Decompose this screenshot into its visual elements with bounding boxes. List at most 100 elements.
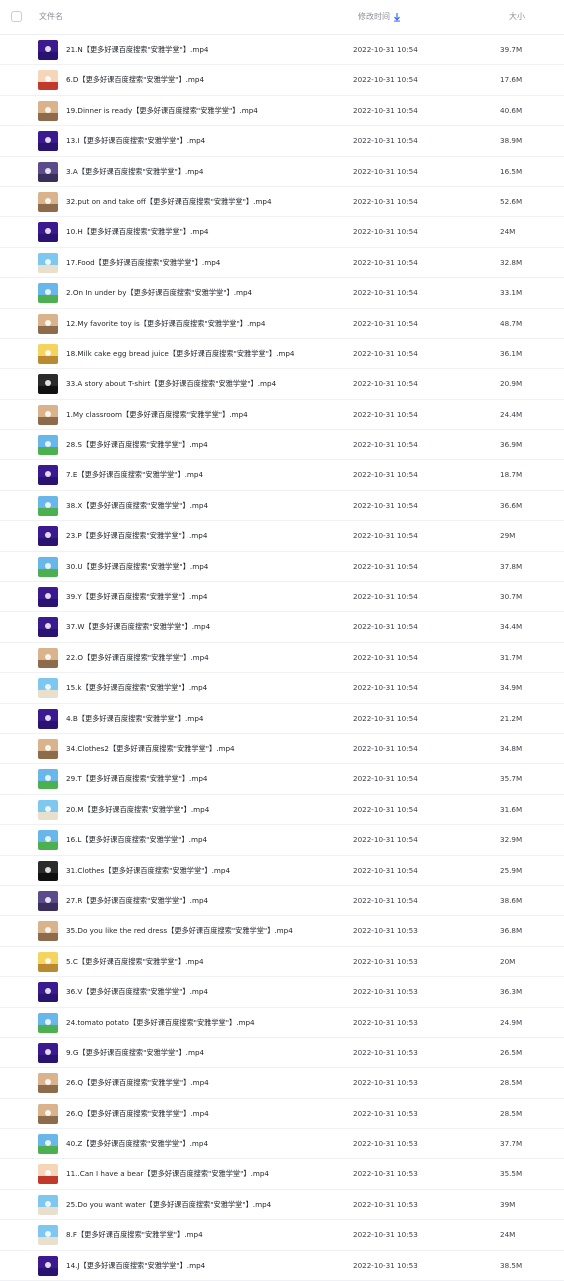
file-row[interactable]: 5.C【更多好课百度搜索"安雅学堂"】.mp4 2022-10-31 10:53 2… xyxy=(0,947,564,978)
video-thumbnail-icon[interactable] xyxy=(38,769,58,790)
file-row[interactable]: 10.H【更多好课百度搜索"安雅学堂"】.mp4 2022-10-31 10:54… xyxy=(0,217,564,248)
file-row[interactable]: 33.A story about T-shirt【更多好课百度搜索"安雅学堂"】… xyxy=(0,369,564,400)
video-thumbnail-icon[interactable] xyxy=(38,556,58,577)
video-thumbnail-icon[interactable] xyxy=(38,161,58,182)
file-row[interactable]: 12.My favorite toy is【更多好课百度搜索"安雅学堂"】.mp… xyxy=(0,309,564,339)
video-thumbnail-icon[interactable] xyxy=(38,1134,58,1155)
file-name[interactable]: 27.R【更多好课百度搜索"安雅学堂"】.mp4 xyxy=(66,896,208,906)
file-row[interactable]: 7.E【更多好课百度搜索"安雅学堂"】.mp4 2022-10-31 10:54 1… xyxy=(0,460,564,491)
video-thumbnail-icon[interactable] xyxy=(38,374,58,395)
file-name[interactable]: 6.D【更多好课百度搜索"安雅学堂"】.mp4 xyxy=(66,75,204,85)
file-name[interactable]: 11..Can I have a bear【更多好课百度搜索"安雅学堂"】.mp… xyxy=(66,1169,269,1179)
video-thumbnail-icon[interactable] xyxy=(38,252,58,273)
file-name[interactable]: 40.Z【更多好课百度搜索"安雅学堂"】.mp4 xyxy=(66,1139,208,1149)
file-name[interactable]: 26.Q【更多好课百度搜索"安雅学堂"】.mp4 xyxy=(66,1109,209,1119)
file-name[interactable]: 7.E【更多好课百度搜索"安雅学堂"】.mp4 xyxy=(66,470,203,480)
file-row[interactable]: 18.Milk cake egg bread juice【更多好课百度搜索"安雅… xyxy=(0,339,564,370)
file-name[interactable]: 17.Food【更多好课百度搜索"安雅学堂"】.mp4 xyxy=(66,258,220,268)
video-thumbnail-icon[interactable] xyxy=(38,465,58,486)
file-row[interactable]: 26.Q【更多好课百度搜索"安雅学堂"】.mp4 2022-10-31 10:53… xyxy=(0,1068,564,1099)
video-thumbnail-icon[interactable] xyxy=(38,283,58,304)
file-name[interactable]: 32.put on and take off【更多好课百度搜索"安雅学堂"】.m… xyxy=(66,197,272,207)
file-row[interactable]: 21.N【更多好课百度搜索"安雅学堂"】.mp4 2022-10-31 10:54… xyxy=(0,35,564,66)
file-name[interactable]: 31.Clothes【更多好课百度搜索"安雅学堂"】.mp4 xyxy=(66,866,230,876)
video-thumbnail-icon[interactable] xyxy=(38,799,58,820)
file-row[interactable]: 28.S【更多好课百度搜索"安雅学堂"】.mp4 2022-10-31 10:54… xyxy=(0,430,564,461)
video-thumbnail-icon[interactable] xyxy=(38,1225,58,1246)
file-name[interactable]: 33.A story about T-shirt【更多好课百度搜索"安雅学堂"】… xyxy=(66,379,276,389)
file-row[interactable]: 11..Can I have a bear【更多好课百度搜索"安雅学堂"】.mp… xyxy=(0,1159,564,1190)
file-row[interactable]: 40.Z【更多好课百度搜索"安雅学堂"】.mp4 2022-10-31 10:53… xyxy=(0,1129,564,1160)
video-thumbnail-icon[interactable] xyxy=(38,313,58,334)
file-name[interactable]: 1.My classroom【更多好课百度搜索"安雅学堂"】.mp4 xyxy=(66,410,248,420)
file-row[interactable]: 4.B【更多好课百度搜索"安雅学堂"】.mp4 2022-10-31 10:54 2… xyxy=(0,704,564,734)
file-name[interactable]: 13.I【更多好课百度搜索"安雅学堂"】.mp4 xyxy=(66,136,205,146)
video-thumbnail-icon[interactable] xyxy=(38,708,58,729)
file-row[interactable]: 20.M【更多好课百度搜索"安雅学堂"】.mp4 2022-10-31 10:54… xyxy=(0,795,564,826)
file-row[interactable]: 24.tomato potato【更多好课百度搜索"安雅学堂"】.mp4 2022… xyxy=(0,1008,564,1038)
file-name[interactable]: 25.Do you want water【更多好课百度搜索"安雅学堂"】.mp4 xyxy=(66,1200,271,1210)
file-row[interactable]: 37.W【更多好课百度搜索"安雅学堂"】.mp4 2022-10-31 10:54… xyxy=(0,612,564,643)
file-row[interactable]: 17.Food【更多好课百度搜索"安雅学堂"】.mp4 2022-10-31 10… xyxy=(0,248,564,279)
file-row[interactable]: 14.J【更多好课百度搜索"安雅学堂"】.mp4 2022-10-31 10:53… xyxy=(0,1251,564,1281)
video-thumbnail-icon[interactable] xyxy=(38,1103,58,1124)
video-thumbnail-icon[interactable] xyxy=(38,70,58,91)
select-all-checkbox[interactable] xyxy=(11,11,22,22)
file-row[interactable]: 39.Y【更多好课百度搜索"安雅学堂"】.mp4 2022-10-31 10:54… xyxy=(0,582,564,613)
file-name[interactable]: 19.Dinner is ready【更多好课百度搜索"安雅学堂"】.mp4 xyxy=(66,106,258,116)
file-name[interactable]: 15.k【更多好课百度搜索"安雅学堂"】.mp4 xyxy=(66,683,207,693)
file-row[interactable]: 35.Do you like the red dress【更多好课百度搜索"安雅… xyxy=(0,916,564,947)
sort-arrow-icon[interactable] xyxy=(393,12,401,22)
file-name[interactable]: 37.W【更多好课百度搜索"安雅学堂"】.mp4 xyxy=(66,622,210,632)
file-name[interactable]: 9.G【更多好课百度搜索"安雅学堂"】.mp4 xyxy=(66,1048,204,1058)
video-thumbnail-icon[interactable] xyxy=(38,1012,58,1033)
file-name[interactable]: 28.S【更多好课百度搜索"安雅学堂"】.mp4 xyxy=(66,440,208,450)
video-thumbnail-icon[interactable] xyxy=(38,587,58,608)
video-thumbnail-icon[interactable] xyxy=(38,830,58,851)
column-header-name[interactable]: 文件名 xyxy=(39,12,63,22)
file-name[interactable]: 23.P【更多好课百度搜索"安雅学堂"】.mp4 xyxy=(66,531,207,541)
video-thumbnail-icon[interactable] xyxy=(38,100,58,121)
file-name[interactable]: 38.X【更多好课百度搜索"安雅学堂"】.mp4 xyxy=(66,501,208,511)
file-name[interactable]: 22.O【更多好课百度搜索"安雅学堂"】.mp4 xyxy=(66,653,209,663)
file-name[interactable]: 26.Q【更多好课百度搜索"安雅学堂"】.mp4 xyxy=(66,1078,209,1088)
video-thumbnail-icon[interactable] xyxy=(38,1164,58,1185)
file-name[interactable]: 18.Milk cake egg bread juice【更多好课百度搜索"安雅… xyxy=(66,349,295,359)
file-row[interactable]: 27.R【更多好课百度搜索"安雅学堂"】.mp4 2022-10-31 10:54… xyxy=(0,886,564,917)
file-name[interactable]: 8.F【更多好课百度搜索"安雅学堂"】.mp4 xyxy=(66,1230,203,1240)
file-row[interactable]: 30.U【更多好课百度搜索"安雅学堂"】.mp4 2022-10-31 10:54… xyxy=(0,552,564,583)
file-row[interactable]: 15.k【更多好课百度搜索"安雅学堂"】.mp4 2022-10-31 10:54… xyxy=(0,673,564,704)
file-name[interactable]: 21.N【更多好课百度搜索"安雅学堂"】.mp4 xyxy=(66,45,208,55)
file-name[interactable]: 4.B【更多好课百度搜索"安雅学堂"】.mp4 xyxy=(66,714,203,724)
file-row[interactable]: 29.T【更多好课百度搜索"安雅学堂"】.mp4 2022-10-31 10:54… xyxy=(0,764,564,795)
video-thumbnail-icon[interactable] xyxy=(38,495,58,516)
column-header-modified-time[interactable]: 修改时间 xyxy=(358,12,390,22)
file-name[interactable]: 39.Y【更多好课百度搜索"安雅学堂"】.mp4 xyxy=(66,592,207,602)
file-name[interactable]: 35.Do you like the red dress【更多好课百度搜索"安雅… xyxy=(66,926,293,936)
video-thumbnail-icon[interactable] xyxy=(38,40,58,60)
file-name[interactable]: 12.My favorite toy is【更多好课百度搜索"安雅学堂"】.mp… xyxy=(66,319,265,329)
video-thumbnail-icon[interactable] xyxy=(38,1194,58,1215)
video-thumbnail-icon[interactable] xyxy=(38,435,58,456)
video-thumbnail-icon[interactable] xyxy=(38,222,58,243)
file-row[interactable]: 31.Clothes【更多好课百度搜索"安雅学堂"】.mp4 2022-10-31… xyxy=(0,856,564,886)
file-row[interactable]: 3.A【更多好课百度搜索"安雅学堂"】.mp4 2022-10-31 10:54 1… xyxy=(0,157,564,187)
file-row[interactable]: 22.O【更多好课百度搜索"安雅学堂"】.mp4 2022-10-31 10:54… xyxy=(0,643,564,674)
file-name[interactable]: 36.V【更多好课百度搜索"安雅学堂"】.mp4 xyxy=(66,987,208,997)
file-name[interactable]: 20.M【更多好课百度搜索"安雅学堂"】.mp4 xyxy=(66,805,209,815)
file-name[interactable]: 16.L【更多好课百度搜索"安雅学堂"】.mp4 xyxy=(66,835,207,845)
file-name[interactable]: 29.T【更多好课百度搜索"安雅学堂"】.mp4 xyxy=(66,774,207,784)
video-thumbnail-icon[interactable] xyxy=(38,647,58,668)
file-row[interactable]: 36.V【更多好课百度搜索"安雅学堂"】.mp4 2022-10-31 10:53… xyxy=(0,977,564,1008)
file-name[interactable]: 14.J【更多好课百度搜索"安雅学堂"】.mp4 xyxy=(66,1261,205,1271)
file-row[interactable]: 19.Dinner is ready【更多好课百度搜索"安雅学堂"】.mp4 20… xyxy=(0,96,564,127)
video-thumbnail-icon[interactable] xyxy=(38,526,58,547)
video-thumbnail-icon[interactable] xyxy=(38,1042,58,1063)
file-name[interactable]: 3.A【更多好课百度搜索"安雅学堂"】.mp4 xyxy=(66,167,203,177)
video-thumbnail-icon[interactable] xyxy=(38,738,58,759)
file-row[interactable]: 32.put on and take off【更多好课百度搜索"安雅学堂"】.m… xyxy=(0,187,564,218)
video-thumbnail-icon[interactable] xyxy=(38,860,58,881)
video-thumbnail-icon[interactable] xyxy=(38,921,58,942)
video-thumbnail-icon[interactable] xyxy=(38,191,58,212)
file-name[interactable]: 24.tomato potato【更多好课百度搜索"安雅学堂"】.mp4 xyxy=(66,1018,255,1028)
